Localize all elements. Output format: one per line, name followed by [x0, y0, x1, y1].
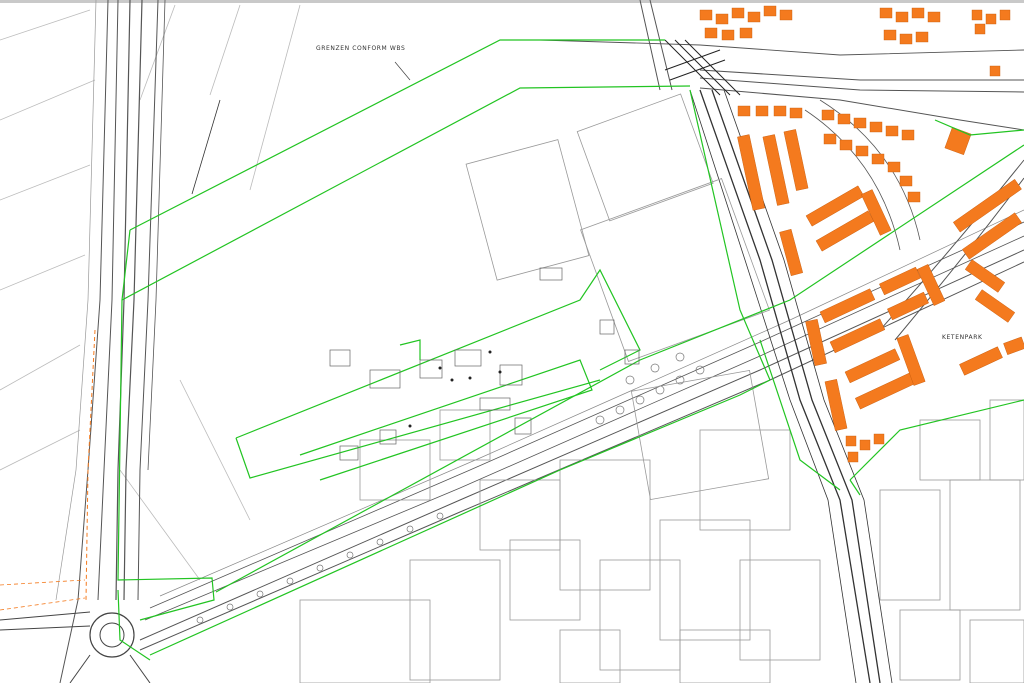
industrial-buildings [299, 93, 821, 683]
residential-outlines [879, 399, 1024, 683]
main-diagonal-road [139, 209, 1024, 651]
park-label: KETENPARK [942, 334, 983, 341]
road-trees [196, 352, 705, 624]
field-parcel-lines [0, 4, 301, 581]
map-canvas [0, 0, 1024, 683]
survey-dash-line-south [0, 579, 86, 611]
residential-buildings [699, 5, 1024, 463]
boundary-note-label: GRENZEN CONFORM WBS [316, 45, 406, 52]
roundabout [0, 611, 151, 683]
site-details [329, 267, 640, 461]
survey-marker-line [191, 99, 221, 195]
label-leader-line [394, 61, 411, 81]
site-plan-map[interactable]: GRENZEN CONFORM WBS KETENPARK [0, 0, 1024, 683]
survey-dash-line-west [85, 329, 96, 601]
